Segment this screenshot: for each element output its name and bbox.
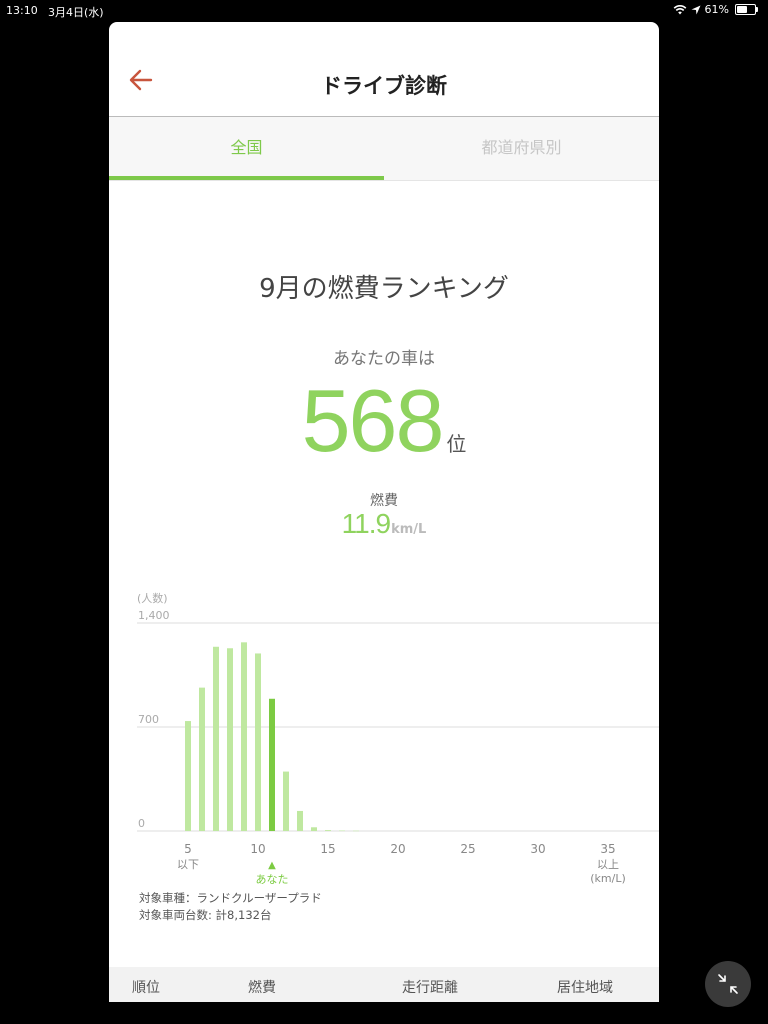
x-tick-label: 30 [530, 842, 545, 856]
column-rank[interactable]: 順位 [132, 977, 160, 997]
battery-fill [737, 6, 747, 13]
x-tick-sublabel: 以下 [177, 858, 199, 871]
tab-nationwide[interactable]: 全国 [109, 117, 384, 180]
collapse-arrows-icon [718, 974, 738, 994]
chart-svg: (人数) 1,400 700 0 5 以下 10 15 20 25 30 35 以上(km/L) ▲ あなた [137, 592, 659, 886]
bar [255, 653, 261, 831]
ranking-subtitle: あなたの車は [333, 349, 435, 369]
status-time: 13:10 [6, 4, 38, 17]
bar [269, 698, 275, 831]
bar [339, 830, 345, 832]
target-vehicle-note: 対象車種：ランドクルーザープラド [139, 891, 322, 905]
bar [213, 646, 219, 831]
table-header: 順位 燃費 走行距離 居住地域 [109, 967, 659, 1002]
column-fuel[interactable]: 燃費 [248, 977, 276, 997]
x-tick-label: 20 [390, 842, 405, 856]
column-region[interactable]: 居住地域 [557, 977, 613, 997]
wifi-icon [673, 5, 686, 15]
bar [311, 827, 317, 831]
you-label: あなた [256, 873, 289, 886]
fuel-economy-label: 燃費 [370, 493, 398, 509]
x-tick-label: 25 [460, 842, 475, 856]
y-tick-label: 700 [138, 713, 159, 726]
x-tick-label: 35 [600, 842, 615, 856]
y-axis-label: (人数) [137, 592, 168, 605]
battery-icon [735, 4, 758, 15]
fuel-economy-display: 11.9km/L [109, 508, 659, 540]
x-axis-unit: (km/L) [590, 872, 626, 885]
fuel-economy-unit: km/L [391, 522, 427, 537]
tab-bar: 全国 都道府県別 [109, 117, 659, 181]
you-marker: ▲ [268, 860, 276, 871]
bar [353, 830, 359, 832]
y-tick-label: 0 [138, 817, 145, 830]
bar [199, 687, 205, 831]
rank-display: 568 位 [109, 370, 659, 472]
x-tick-sublabel: 以上 [597, 858, 619, 871]
drive-diagnosis-sheet: ドライブ診断 全国 都道府県別 9月の燃費ランキング あなたの車は 568 位 燃… [109, 22, 659, 1002]
target-count-note: 対象車両台数: 計8,132台 [139, 908, 272, 922]
column-distance[interactable]: 走行距離 [402, 977, 458, 997]
collapse-button[interactable] [705, 961, 751, 1007]
bar [185, 721, 191, 831]
bar [241, 642, 247, 831]
rank-number: 568 [301, 371, 445, 470]
status-date: 3月4日(水) [48, 6, 104, 19]
bar [297, 810, 303, 831]
page-title: ドライブ診断 [321, 74, 447, 98]
x-tick-label: 15 [320, 842, 335, 856]
x-tick-label: 10 [250, 842, 265, 856]
x-tick-label: 5 [184, 842, 192, 856]
location-icon [691, 5, 701, 14]
fuel-distribution-chart: (人数) 1,400 700 0 5 以下 10 15 20 25 30 35 以上 (km/L) ▲ あなた [109, 560, 659, 890]
bar [283, 771, 289, 831]
ranking-title: 9月の燃費ランキング [259, 274, 509, 304]
y-tick-label: 1,400 [138, 609, 170, 622]
tab-by-prefecture[interactable]: 都道府県別 [384, 117, 659, 180]
active-tab-indicator [109, 176, 384, 180]
bar [325, 830, 331, 831]
battery-percent: 61% [704, 3, 729, 16]
status-right: 61% [673, 3, 758, 16]
status-bar: 13:10 3月4日(水) 61% [0, 0, 768, 22]
rank-unit: 位 [446, 432, 467, 456]
header: ドライブ診断 [109, 22, 659, 117]
bar [227, 648, 233, 831]
fuel-economy-value: 11.9 [341, 508, 391, 539]
